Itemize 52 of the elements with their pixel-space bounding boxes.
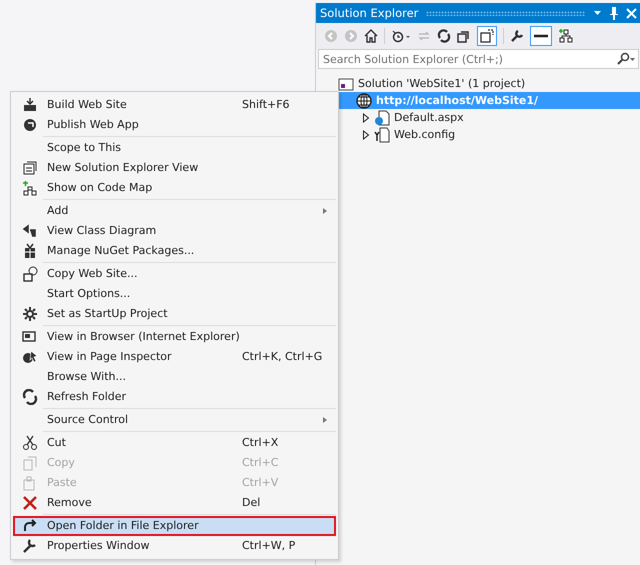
- menu-item[interactable]: View in Browser (Internet Explorer): [13, 327, 336, 347]
- refresh-icon[interactable]: [437, 29, 451, 43]
- history-icon[interactable]: [391, 29, 411, 43]
- menu-item[interactable]: New Solution Explorer View: [13, 158, 336, 178]
- windows-icon: [22, 160, 38, 176]
- refresh-icon: [22, 389, 38, 405]
- wrench-icon: [22, 538, 38, 554]
- menu-item[interactable]: Set as StartUp Project: [13, 304, 336, 324]
- scissors-icon: [22, 435, 38, 451]
- tree-item[interactable]: Solution 'WebSite1' (1 project): [356, 77, 526, 90]
- menu-item[interactable]: Scope to This: [13, 138, 336, 158]
- tree-item[interactable]: Web.config: [392, 128, 456, 141]
- config-file-icon: [374, 126, 390, 142]
- menu-item[interactable]: Refresh Folder: [13, 387, 336, 407]
- menu-item[interactable]: Add: [13, 201, 336, 221]
- menu-item[interactable]: Publish Web App: [13, 115, 336, 135]
- menu-item[interactable]: Open Folder in File Explorer: [13, 516, 336, 536]
- menu-item[interactable]: Show on Code Map: [13, 178, 336, 198]
- panel-title: Solution Explorer: [320, 6, 418, 20]
- menu-item[interactable]: Build Web Site Shift+F6: [13, 95, 336, 115]
- close-icon[interactable]: [626, 8, 637, 18]
- search-icon[interactable]: [616, 52, 636, 66]
- cross-icon: [22, 495, 38, 511]
- menu-item[interactable]: View Class Diagram: [13, 221, 336, 241]
- collapse-icon[interactable]: [457, 29, 471, 43]
- search-input[interactable]: Search Solution Explorer (Ctrl+;): [318, 49, 639, 69]
- menu-item[interactable]: Browse With...: [13, 367, 336, 387]
- menu-item[interactable]: Properties Window Ctrl+W, P: [13, 536, 336, 556]
- build-icon: [22, 97, 38, 113]
- menu-item[interactable]: Source Control: [13, 410, 336, 430]
- menu-item[interactable]: Copy Web Site...: [13, 264, 336, 284]
- code-map-icon[interactable]: [558, 28, 574, 44]
- gear-icon: [22, 306, 38, 322]
- menu-item[interactable]: Cut Ctrl+X: [13, 433, 336, 453]
- home-icon[interactable]: [364, 29, 378, 43]
- collapsed-arrow-icon[interactable]: [362, 112, 370, 122]
- package-icon: [22, 243, 38, 259]
- redo-arrow-icon: [22, 518, 38, 534]
- submenu-arrow-icon: [322, 416, 328, 424]
- copy-icon: [22, 455, 38, 471]
- collapsed-arrow-icon[interactable]: [362, 130, 370, 140]
- menu-item[interactable]: Manage NuGet Packages...: [13, 241, 336, 261]
- menu-item[interactable]: Start Options...: [13, 284, 336, 304]
- web-page-icon: [374, 110, 390, 126]
- submenu-arrow-icon: [322, 207, 328, 215]
- menu-item[interactable]: Remove Del: [13, 493, 336, 513]
- files-icon[interactable]: [479, 28, 495, 44]
- wrench-icon[interactable]: [510, 29, 524, 43]
- tree-item[interactable]: Default.aspx: [392, 111, 464, 124]
- menu-item[interactable]: View in Page Inspector Ctrl+K, Ctrl+G: [13, 347, 336, 367]
- code-map-icon: [22, 180, 38, 196]
- pin-icon[interactable]: [609, 6, 619, 20]
